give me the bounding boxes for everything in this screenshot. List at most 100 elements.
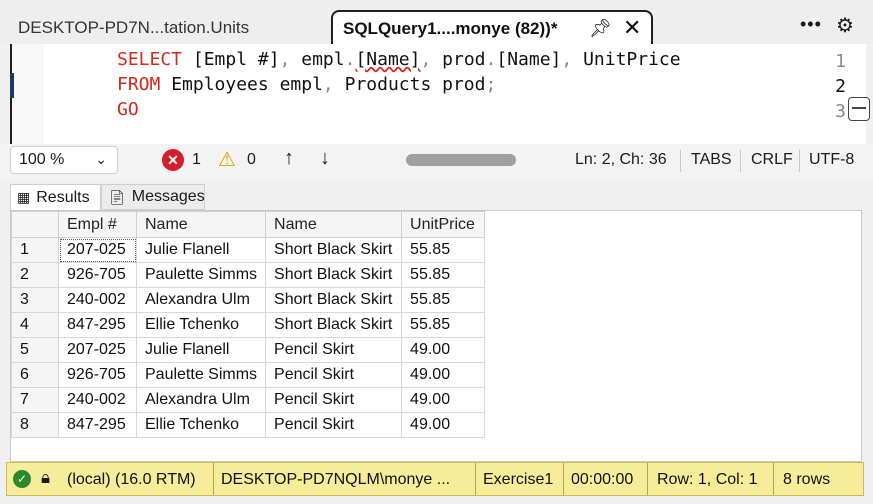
row-number[interactable]: 1 bbox=[11, 237, 59, 263]
arrow-up-icon[interactable]: ↑ bbox=[284, 147, 294, 170]
table-row[interactable]: 5 207-025 Julie Flanell Pencil Skirt 49.… bbox=[11, 337, 486, 363]
document-tab-bar: DESKTOP-PD7N...tation.Units SQLQuery1...… bbox=[0, 0, 873, 46]
table-cell[interactable]: Alexandra Ulm bbox=[135, 287, 267, 313]
column-header[interactable]: UnitPrice bbox=[401, 211, 486, 238]
table-cell[interactable]: Paulette Simms bbox=[135, 262, 267, 288]
warning-count[interactable]: 0 bbox=[247, 151, 256, 169]
code-token: prod bbox=[431, 49, 486, 70]
column-header[interactable]: Name bbox=[135, 211, 267, 238]
table-cell[interactable]: 49.00 bbox=[401, 362, 486, 388]
table-row[interactable]: 6 926-705 Paulette Simms Pencil Skirt 49… bbox=[11, 362, 486, 388]
table-row[interactable]: 4 847-295 Ellie Tchenko Short Black Skir… bbox=[11, 312, 486, 338]
keyword-from: FROM bbox=[117, 74, 161, 95]
database-name: Exercise1 bbox=[483, 471, 554, 488]
error-count[interactable]: 1 bbox=[192, 151, 201, 169]
tab-label: DESKTOP-PD7N...tation.Units bbox=[18, 18, 250, 37]
grid-icon: ▦ bbox=[17, 189, 31, 205]
table-cell[interactable]: Short Black Skirt bbox=[265, 287, 403, 313]
encoding[interactable]: UTF-8 bbox=[809, 151, 854, 169]
table-cell[interactable]: 55.85 bbox=[401, 262, 486, 288]
tab-label: Results bbox=[36, 188, 90, 206]
line-ending[interactable]: CRLF bbox=[751, 151, 793, 169]
zoom-value: 100 % bbox=[19, 151, 65, 168]
row-number[interactable]: 6 bbox=[11, 362, 59, 388]
table-cell[interactable]: 926-705 bbox=[58, 362, 137, 388]
column-header[interactable]: Empl # bbox=[58, 211, 137, 238]
table-cell[interactable]: Short Black Skirt bbox=[265, 262, 403, 288]
table-row[interactable]: 1 207-025 Julie Flanell Short Black Skir… bbox=[11, 237, 486, 263]
code-line-1[interactable]: SELECT [Empl #], empl.[Name], prod.[Name… bbox=[117, 49, 681, 70]
table-cell[interactable]: 207-025 bbox=[58, 237, 137, 263]
divider bbox=[475, 463, 476, 495]
tab-sqlquery1[interactable]: SQLQuery1....monye (82))* 📌︎ ✕ bbox=[331, 10, 653, 46]
table-cell[interactable]: 240-002 bbox=[58, 387, 137, 413]
row-number[interactable]: 5 bbox=[11, 337, 59, 363]
tab-messages[interactable]: 📄︎ Messages bbox=[101, 184, 205, 210]
divider bbox=[647, 463, 648, 495]
split-editor-icon[interactable] bbox=[848, 97, 870, 121]
row-number[interactable]: 3 bbox=[11, 287, 59, 313]
code-punct: , bbox=[420, 49, 432, 70]
code-token: Products prod bbox=[333, 74, 486, 95]
table-cell[interactable]: 49.00 bbox=[401, 337, 486, 363]
table-row[interactable]: 2 926-705 Paulette Simms Short Black Ski… bbox=[11, 262, 486, 288]
line-number: 1 bbox=[835, 51, 846, 72]
pin-icon[interactable]: 📌︎ bbox=[589, 18, 612, 39]
tab-units[interactable]: DESKTOP-PD7N...tation.Units bbox=[8, 10, 330, 46]
table-cell[interactable]: Pencil Skirt bbox=[265, 412, 403, 438]
table-row[interactable]: 7 240-002 Alexandra Ulm Pencil Skirt 49.… bbox=[11, 387, 486, 413]
warning-icon[interactable]: ⚠ bbox=[218, 147, 236, 172]
table-cell[interactable]: 55.85 bbox=[401, 312, 486, 338]
table-cell[interactable]: Pencil Skirt bbox=[265, 362, 403, 388]
close-icon[interactable]: ✕ bbox=[623, 15, 641, 41]
table-cell[interactable]: 240-002 bbox=[58, 287, 137, 313]
table-cell[interactable]: Short Black Skirt bbox=[265, 312, 403, 338]
more-icon[interactable]: ••• bbox=[800, 14, 822, 35]
table-cell[interactable]: 55.85 bbox=[401, 237, 486, 263]
row-number-header[interactable] bbox=[11, 211, 59, 238]
query-editor[interactable]: 1 2 3 SELECT [Empl #], empl.[Name], prod… bbox=[10, 44, 873, 157]
row-number[interactable]: 7 bbox=[11, 387, 59, 413]
tab-results[interactable]: ▦ Results bbox=[10, 184, 101, 210]
row-number[interactable]: 2 bbox=[11, 262, 59, 288]
error-icon[interactable]: ✕ bbox=[162, 149, 184, 171]
table-cell[interactable]: 926-705 bbox=[58, 262, 137, 288]
result-tab-bar: ▦ Results 📄︎ Messages bbox=[0, 178, 873, 210]
gear-icon[interactable]: ⚙ bbox=[836, 13, 854, 38]
table-cell[interactable]: 847-295 bbox=[58, 412, 137, 438]
table-cell[interactable]: Pencil Skirt bbox=[265, 337, 403, 363]
table-cell[interactable]: 55.85 bbox=[401, 287, 486, 313]
code-punct: , bbox=[561, 49, 573, 70]
line-number: 2 bbox=[835, 76, 846, 97]
table-cell[interactable]: 49.00 bbox=[401, 412, 486, 438]
column-header[interactable]: Name bbox=[265, 211, 403, 238]
table-cell[interactable]: 847-295 bbox=[58, 312, 137, 338]
divider bbox=[773, 463, 774, 495]
table-cell[interactable]: Short Black Skirt bbox=[265, 237, 403, 263]
table-cell[interactable]: Ellie Tchenko bbox=[135, 312, 267, 338]
horizontal-scrollbar[interactable] bbox=[406, 154, 516, 166]
table-row[interactable]: 3 240-002 Alexandra Ulm Short Black Skir… bbox=[11, 287, 486, 313]
cursor-position[interactable]: Ln: 2, Ch: 36 bbox=[575, 151, 667, 169]
arrow-down-icon[interactable]: ↓ bbox=[320, 147, 330, 170]
indent-mode[interactable]: TABS bbox=[691, 151, 732, 169]
table-cell[interactable]: Pencil Skirt bbox=[265, 387, 403, 413]
table-cell[interactable]: Ellie Tchenko bbox=[135, 412, 267, 438]
row-number[interactable]: 4 bbox=[11, 312, 59, 338]
table-cell[interactable]: Alexandra Ulm bbox=[135, 387, 267, 413]
lock-icon: 🔒︎ bbox=[41, 468, 51, 487]
table-row[interactable]: 8 847-295 Ellie Tchenko Pencil Skirt 49.… bbox=[11, 412, 486, 438]
messages-icon: 📄︎ bbox=[108, 188, 126, 205]
results-grid[interactable]: Empl # Name Name UnitPrice 1 207-025 Jul… bbox=[10, 210, 862, 462]
table-cell[interactable]: 207-025 bbox=[58, 337, 137, 363]
table-cell[interactable]: Julie Flanell bbox=[135, 237, 267, 263]
code-line-2[interactable]: FROM Employees empl, Products prod; bbox=[117, 74, 496, 95]
table-cell[interactable]: 49.00 bbox=[401, 387, 486, 413]
row-number[interactable]: 8 bbox=[11, 412, 59, 438]
code-punct: ; bbox=[485, 74, 497, 95]
code-line-3[interactable]: GO bbox=[117, 99, 139, 120]
table-cell[interactable]: Paulette Simms bbox=[135, 362, 267, 388]
zoom-dropdown[interactable]: 100 % ⌄ bbox=[10, 146, 118, 174]
table-cell[interactable]: Julie Flanell bbox=[135, 337, 267, 363]
user-name: DESKTOP-PD7NQLM\monye ... bbox=[221, 471, 451, 488]
